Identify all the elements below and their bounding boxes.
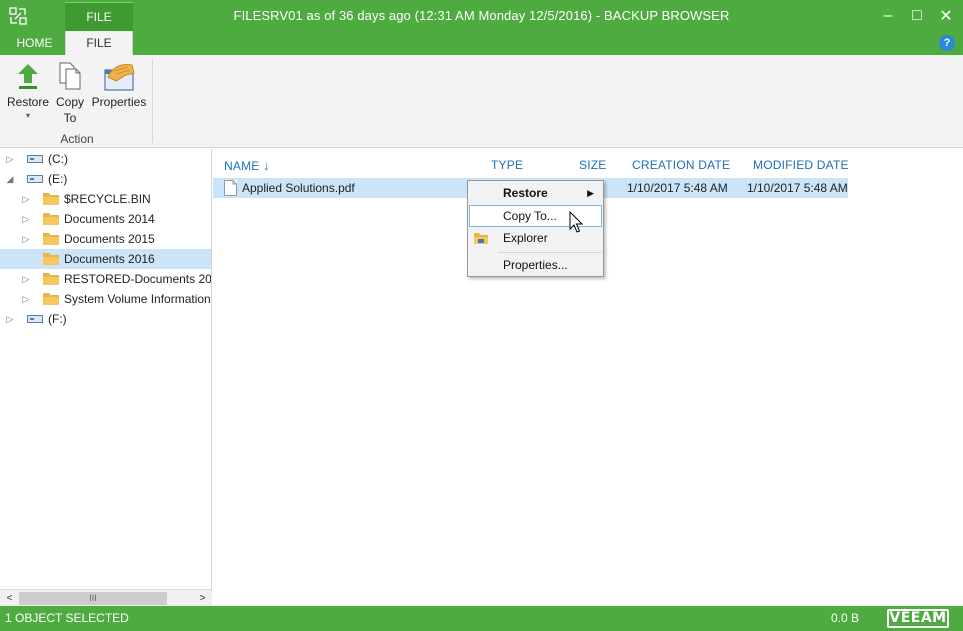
menu-item-label: Explorer — [503, 231, 548, 245]
tree-item-f-drive[interactable]: ▷ (F:) — [0, 309, 211, 329]
expand-arrow-icon[interactable]: ▷ — [5, 314, 15, 324]
document-icon — [224, 180, 237, 196]
tree-item-label: Documents 2015 — [64, 232, 155, 246]
file-modified-date: 1/10/2017 5:48 AM — [747, 181, 848, 195]
tree-item-label: $RECYCLE.BIN — [64, 192, 151, 206]
expand-arrow-icon[interactable]: ▷ — [21, 194, 31, 204]
properties-label: Properties — [91, 95, 147, 109]
folder-icon — [43, 193, 59, 205]
folder-icon — [43, 213, 59, 225]
drive-icon — [27, 175, 43, 183]
expand-arrow-icon[interactable]: ▷ — [21, 234, 31, 244]
restore-dropdown-icon[interactable]: ▾ — [6, 111, 50, 120]
column-header-type[interactable]: TYPE — [491, 158, 523, 172]
properties-hand-icon — [104, 64, 135, 91]
expand-arrow-icon[interactable]: ▷ — [21, 274, 31, 284]
restore-button[interactable]: Restore ▾ — [6, 61, 50, 120]
menu-separator — [498, 252, 602, 253]
veeam-logo: VEEAM — [887, 609, 949, 628]
copy-to-button[interactable]: Copy To — [52, 61, 88, 125]
selection-status: 1 OBJECT SELECTED — [5, 611, 129, 625]
scrollbar-grip-icon: III — [89, 593, 97, 603]
menu-item-label: Restore — [503, 186, 548, 200]
tree-item-label: (F:) — [48, 312, 67, 326]
title-bar: FILE TOOLS FILESRV01 as of 36 days ago (… — [0, 0, 963, 53]
folder-icon — [43, 293, 59, 305]
tree-item-c-drive[interactable]: ▷ (C:) — [0, 149, 211, 169]
expand-arrow-icon[interactable]: ▷ — [21, 294, 31, 304]
tree-item-documents-2016[interactable]: Documents 2016 — [0, 249, 211, 269]
column-header-size[interactable]: SIZE — [579, 158, 606, 172]
tab-home[interactable]: HOME — [4, 31, 65, 55]
action-group-label: Action — [60, 132, 94, 146]
tree-item-label: Documents 2016 — [64, 252, 155, 266]
tree-item-label: System Volume Information — [64, 292, 211, 306]
tree-item-label: (E:) — [48, 172, 68, 186]
help-icon[interactable]: ? — [939, 35, 955, 51]
restore-arrow-up-icon — [18, 64, 38, 89]
menu-item-label: Copy To... — [503, 209, 557, 223]
ribbon-group-divider — [152, 59, 153, 143]
tree-horizontal-scrollbar[interactable]: < III > — [0, 589, 212, 606]
ribbon-tab-row: HOME FILE ? — [0, 31, 963, 55]
menu-item-properties[interactable]: Properties... — [469, 254, 602, 276]
file-name: Applied Solutions.pdf — [242, 181, 355, 195]
minimize-icon: – — [883, 6, 893, 24]
column-header-name[interactable]: NAME ↓ — [224, 158, 270, 173]
context-menu: Restore ▶ Copy To... Explorer Properties… — [467, 180, 604, 277]
tab-file[interactable]: FILE — [65, 31, 133, 55]
copy-to-label-line2: To — [63, 111, 77, 125]
scroll-left-icon[interactable]: < — [1, 591, 18, 606]
tree-item-label: RESTORED-Documents 2016 — [64, 272, 212, 286]
ribbon: Restore ▾ Copy To Properties Action — [0, 55, 963, 148]
close-icon: ✕ — [939, 7, 953, 25]
tree-item-documents-2014[interactable]: ▷ Documents 2014 — [0, 209, 211, 229]
selection-size: 0.0 B — [831, 611, 860, 625]
tree-item-documents-2015[interactable]: ▷ Documents 2015 — [0, 229, 211, 249]
file-creation-date: 1/10/2017 5:48 AM — [627, 181, 728, 195]
mouse-pointer-icon — [569, 211, 583, 233]
sort-descending-icon: ↓ — [263, 158, 270, 173]
expand-arrow-icon[interactable]: ▷ — [21, 214, 31, 224]
copy-to-label-line1: Copy — [55, 95, 84, 109]
copy-documents-icon — [59, 62, 81, 90]
scroll-right-icon[interactable]: > — [194, 591, 211, 606]
minimize-button[interactable]: – — [872, 0, 904, 31]
tree-item-e-drive[interactable]: ◢ (E:) — [0, 169, 211, 189]
scrollbar-thumb[interactable]: III — [19, 592, 167, 605]
folder-tree: ▷ (C:) ◢ (E:) ▷ $RECYCLE.BIN ▷ Documents… — [0, 149, 212, 606]
window-title: FILESRV01 as of 36 days ago (12:31 AM Mo… — [233, 8, 730, 23]
tree-item-system-volume-information[interactable]: ▷ System Volume Information — [0, 289, 211, 309]
explorer-folder-icon — [474, 233, 488, 244]
drive-icon — [27, 155, 43, 163]
maximize-button[interactable]: □ — [901, 0, 933, 31]
maximize-icon: □ — [912, 6, 922, 24]
column-header-creation-date[interactable]: CREATION DATE — [632, 158, 730, 172]
tree-item-recycle-bin[interactable]: ▷ $RECYCLE.BIN — [0, 189, 211, 209]
properties-button[interactable]: Properties — [90, 61, 148, 109]
menu-item-label: Properties... — [503, 258, 568, 272]
restore-label: Restore — [6, 95, 50, 109]
close-button[interactable]: ✕ — [930, 0, 962, 31]
tree-item-label: Documents 2014 — [64, 212, 155, 226]
tree-item-label: (C:) — [48, 152, 68, 166]
expand-arrow-icon[interactable]: ▷ — [5, 154, 15, 164]
tree-item-restored-documents-2016[interactable]: ▷ RESTORED-Documents 2016 — [0, 269, 212, 289]
column-header-label: NAME — [224, 159, 260, 173]
column-header-modified-date[interactable]: MODIFIED DATE — [753, 158, 849, 172]
drive-icon — [27, 315, 43, 323]
folder-icon — [43, 253, 59, 265]
submenu-arrow-icon: ▶ — [587, 188, 594, 198]
folder-icon — [43, 273, 59, 285]
collapse-arrow-icon[interactable]: ◢ — [5, 174, 15, 184]
folder-icon — [43, 233, 59, 245]
menu-item-restore[interactable]: Restore ▶ — [469, 182, 602, 204]
status-bar: 1 OBJECT SELECTED 0.0 B VEEAM — [0, 606, 963, 631]
